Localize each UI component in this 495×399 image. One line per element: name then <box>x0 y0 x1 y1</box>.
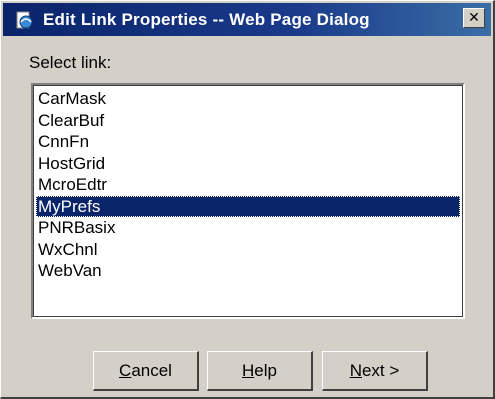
list-item[interactable]: CnnFn <box>36 131 460 153</box>
dialog-window: Edit Link Properties -- Web Page Dialog … <box>0 0 495 399</box>
close-icon: ✕ <box>468 10 480 26</box>
ie-page-icon <box>13 9 35 31</box>
list-item[interactable]: HostGrid <box>36 153 460 175</box>
link-listbox[interactable]: CarMask ClearBuf CnnFn HostGrid McroEdtr… <box>31 83 465 319</box>
list-item[interactable]: WebVan <box>36 260 460 282</box>
cancel-hotkey: C <box>119 360 132 380</box>
help-label: elp <box>254 360 277 380</box>
select-link-label: Select link: <box>29 53 112 72</box>
cancel-label: ancel <box>131 360 172 380</box>
close-button[interactable]: ✕ <box>463 8 485 28</box>
next-label: ext > <box>361 360 400 380</box>
list-item[interactable]: ClearBuf <box>36 110 460 132</box>
list-item[interactable]: PNRBasix <box>36 217 460 239</box>
list-item[interactable]: McroEdtr <box>36 174 460 196</box>
window-title: Edit Link Properties -- Web Page Dialog <box>43 9 370 29</box>
list-item[interactable]: WxChnl <box>36 239 460 261</box>
next-hotkey: N <box>349 360 362 380</box>
title-bar[interactable]: Edit Link Properties -- Web Page Dialog … <box>3 3 491 36</box>
help-button[interactable]: Help <box>207 351 313 391</box>
cancel-button[interactable]: Cancel <box>93 351 199 391</box>
list-item-selected[interactable]: MyPrefs <box>36 195 460 217</box>
list-item[interactable]: CarMask <box>36 88 460 110</box>
help-hotkey: H <box>242 360 255 380</box>
next-button[interactable]: Next > <box>322 351 428 391</box>
